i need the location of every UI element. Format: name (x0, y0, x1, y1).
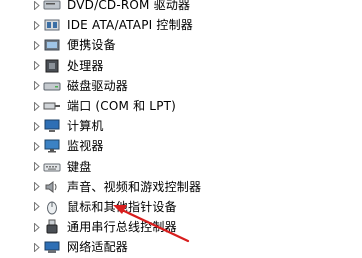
expand-arrow-icon[interactable] (33, 0, 41, 10)
tree-item-monitors[interactable]: 监视器 (0, 136, 362, 156)
tree-item-ide-controllers[interactable]: IDE ATA/ATAPI 控制器 (0, 15, 362, 35)
tree-item-processors[interactable]: 处理器 (0, 56, 362, 76)
monitor-icon (43, 138, 61, 154)
expand-arrow-icon[interactable] (33, 81, 41, 91)
tree-item-usb-controllers[interactable]: 通用串行总线控制器 (0, 217, 362, 237)
expand-arrow-icon[interactable] (33, 61, 41, 71)
tree-item-sound-video-game[interactable]: 声音、视频和游戏控制器 (0, 177, 362, 197)
tree-item-label: 鼠标和其他指针设备 (67, 199, 177, 214)
network-adapter-icon (43, 239, 61, 255)
expand-arrow-icon[interactable] (33, 182, 41, 192)
port-icon (43, 98, 61, 114)
usb-icon (43, 219, 61, 235)
tree-item-label: 磁盘驱动器 (67, 78, 129, 93)
computer-icon (43, 118, 61, 134)
tree-item-label: IDE ATA/ATAPI 控制器 (67, 18, 193, 33)
tree-item-label: 通用串行总线控制器 (67, 220, 177, 235)
tree-item-dvd-drives[interactable]: DVD/CD-ROM 驱动器 (0, 0, 362, 15)
tree-item-computer[interactable]: 计算机 (0, 116, 362, 136)
expand-arrow-icon[interactable] (33, 202, 41, 212)
expand-arrow-icon[interactable] (33, 242, 41, 252)
expand-arrow-icon[interactable] (33, 101, 41, 111)
expand-arrow-icon[interactable] (33, 40, 41, 50)
tree-item-mice-pointing[interactable]: 鼠标和其他指针设备 (0, 197, 362, 217)
expand-arrow-icon[interactable] (33, 20, 41, 30)
processor-icon (43, 58, 61, 74)
tree-item-ports[interactable]: 端口 (COM 和 LPT) (0, 96, 362, 116)
tree-item-label: 端口 (COM 和 LPT) (67, 99, 177, 114)
tree-item-portable-devices[interactable]: 便携设备 (0, 35, 362, 55)
expand-arrow-icon[interactable] (33, 141, 41, 151)
dvd-drive-icon (43, 0, 61, 13)
disk-drive-icon (43, 78, 61, 94)
tree-item-disk-drives[interactable]: 磁盘驱动器 (0, 76, 362, 96)
tree-item-label: 处理器 (67, 58, 104, 73)
tree-item-label: 计算机 (67, 119, 104, 134)
ide-controller-icon (43, 17, 61, 33)
tree-item-network-adapters[interactable]: 网络适配器 (0, 237, 362, 257)
device-manager-tree: DVD/CD-ROM 驱动器 IDE ATA/ATAPI 控制器 便携设备 处理… (0, 0, 362, 257)
expand-arrow-icon[interactable] (33, 222, 41, 232)
tree-item-label: 监视器 (67, 139, 104, 154)
tree-item-label: 键盘 (67, 159, 92, 174)
tree-item-label: 网络适配器 (67, 240, 129, 255)
sound-icon (43, 179, 61, 195)
keyboard-icon (43, 159, 61, 175)
expand-arrow-icon[interactable] (33, 162, 41, 172)
portable-device-icon (43, 37, 61, 53)
mouse-icon (43, 199, 61, 215)
expand-arrow-icon[interactable] (33, 121, 41, 131)
tree-item-keyboards[interactable]: 键盘 (0, 157, 362, 177)
tree-item-label: 声音、视频和游戏控制器 (67, 179, 202, 194)
tree-item-label: DVD/CD-ROM 驱动器 (67, 0, 191, 13)
tree-item-label: 便携设备 (67, 38, 116, 53)
